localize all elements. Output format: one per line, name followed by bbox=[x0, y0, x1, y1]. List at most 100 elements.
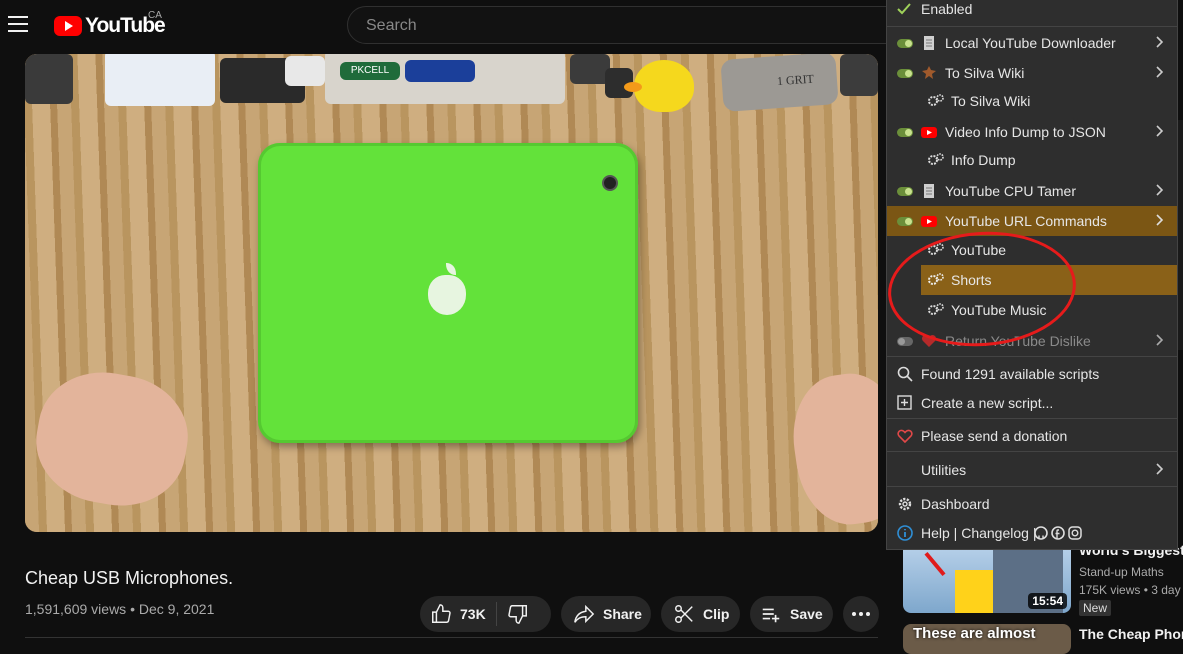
script-name: Local YouTube Downloader bbox=[945, 35, 1116, 51]
thumbs-up-icon bbox=[432, 604, 451, 623]
script-item-youtube-cpu-tamer[interactable]: YouTube CPU Tamer bbox=[887, 176, 1177, 206]
stone-label: 1 GRIT bbox=[776, 71, 815, 89]
recommendation-views: 175K views bbox=[1079, 583, 1141, 597]
like-divider bbox=[495, 602, 497, 626]
country-code: CA bbox=[148, 10, 162, 21]
search-box[interactable] bbox=[347, 6, 907, 44]
heart-outline-icon bbox=[897, 429, 913, 443]
script-name: Video Info Dump to JSON bbox=[945, 124, 1106, 140]
scissors-icon bbox=[675, 605, 693, 623]
recommendation-thumbnail-2[interactable]: These are almost bbox=[903, 624, 1071, 654]
utilities-item[interactable]: Utilities bbox=[887, 455, 1177, 485]
save-button[interactable]: Save bbox=[750, 596, 833, 632]
share-button[interactable]: Share bbox=[561, 596, 651, 632]
enabled-toggle[interactable]: Enabled bbox=[887, 0, 1177, 24]
save-label: Save bbox=[790, 606, 823, 622]
battery-label: PKCELL bbox=[340, 62, 400, 80]
gears-icon bbox=[928, 153, 944, 165]
video-duration: 15:54 bbox=[1028, 593, 1067, 609]
thumb-arrow-icon bbox=[924, 551, 946, 577]
facebook-icon[interactable] bbox=[1051, 526, 1065, 540]
script-item-youtube-url-commands[interactable]: YouTube URL Commands bbox=[887, 206, 1177, 236]
document-icon bbox=[924, 184, 934, 198]
recommendation-channel[interactable]: Stand-up Maths bbox=[1079, 565, 1164, 579]
recommendation-stats: 175K views • 3 day bbox=[1079, 583, 1181, 597]
chevron-right-icon bbox=[1156, 125, 1164, 137]
gear-icon bbox=[898, 497, 912, 511]
github-icon[interactable] bbox=[1034, 526, 1048, 540]
youtube-logo[interactable]: YouTube CA bbox=[54, 10, 166, 38]
menu-separator bbox=[887, 26, 1177, 27]
clip-label: Clip bbox=[703, 606, 730, 622]
menu-separator bbox=[887, 418, 1177, 419]
recommendation-age: 3 day bbox=[1151, 583, 1181, 597]
side-fragment bbox=[1178, 120, 1183, 350]
script-toggle[interactable] bbox=[897, 217, 913, 226]
video-title: Cheap USB Microphones. bbox=[25, 568, 234, 588]
script-toggle[interactable] bbox=[897, 69, 913, 78]
command-info-dump[interactable]: Info Dump bbox=[887, 145, 1177, 175]
create-script-label: Create a new script... bbox=[921, 395, 1054, 411]
gears-icon bbox=[928, 94, 944, 106]
help-changelog-item[interactable]: Help | Changelog | bbox=[887, 518, 1177, 548]
youtube-play-icon bbox=[54, 16, 82, 36]
dashboard-item[interactable]: Dashboard bbox=[887, 489, 1177, 519]
video-meta: 1,591,609 views • Dec 9, 2021 bbox=[25, 601, 215, 617]
find-scripts-label: Found 1291 available scripts bbox=[921, 366, 1100, 382]
youtube-icon bbox=[921, 127, 937, 138]
like-button[interactable]: 73K bbox=[430, 603, 486, 625]
script-item-to-silva-wiki[interactable]: To Silva Wiki bbox=[887, 58, 1177, 88]
rubber-duck bbox=[624, 60, 694, 112]
new-badge: New bbox=[1079, 600, 1112, 616]
sharpening-stone: 1 GRIT bbox=[720, 54, 839, 112]
script-name: YouTube URL Commands bbox=[945, 213, 1107, 229]
dislike-button[interactable] bbox=[507, 603, 529, 625]
more-actions-button[interactable] bbox=[843, 596, 879, 632]
upload-date: Dec 9, 2021 bbox=[138, 601, 215, 617]
document-icon bbox=[924, 36, 934, 50]
script-name: YouTube CPU Tamer bbox=[945, 183, 1076, 199]
command-to-silva-wiki[interactable]: To Silva Wiki bbox=[887, 86, 1177, 116]
menu-hamburger-icon[interactable] bbox=[8, 16, 28, 32]
bottom-divider bbox=[25, 637, 878, 638]
chevron-right-icon bbox=[1156, 36, 1164, 48]
command-name: Info Dump bbox=[951, 152, 1016, 168]
sheriff-icon bbox=[922, 66, 936, 79]
recommendation-thumbnail[interactable]: 15:54 bbox=[903, 540, 1071, 613]
recommendation-title-2[interactable]: The Cheap Phone bbox=[1079, 626, 1183, 642]
enabled-label: Enabled bbox=[921, 1, 973, 17]
script-toggle[interactable] bbox=[897, 337, 913, 346]
instagram-icon[interactable] bbox=[1068, 526, 1082, 540]
help-label: Help | Changelog | bbox=[921, 525, 1037, 541]
script-item-local-youtube-downloader[interactable]: Local YouTube Downloader bbox=[887, 28, 1177, 58]
chevron-right-icon bbox=[1156, 66, 1164, 78]
more-horizontal-icon bbox=[852, 612, 870, 616]
video-player[interactable]: PKCELL 1 GRIT bbox=[25, 54, 878, 532]
apple-logo-icon bbox=[428, 263, 466, 315]
search-input[interactable] bbox=[364, 16, 868, 36]
donation-label: Please send a donation bbox=[921, 428, 1068, 444]
thumb-yellow-block bbox=[955, 570, 993, 613]
clip-button[interactable]: Clip bbox=[661, 596, 740, 632]
share-label: Share bbox=[603, 606, 642, 622]
camera-icon bbox=[602, 175, 618, 191]
donation-item[interactable]: Please send a donation bbox=[887, 421, 1177, 451]
command-name: To Silva Wiki bbox=[951, 93, 1031, 109]
script-item-video-info-dump[interactable]: Video Info Dump to JSON bbox=[887, 117, 1177, 147]
script-toggle[interactable] bbox=[897, 187, 913, 196]
menu-separator bbox=[887, 486, 1177, 487]
search-icon bbox=[897, 366, 913, 382]
create-script-item[interactable]: Create a new script... bbox=[887, 388, 1177, 418]
playlist-add-icon bbox=[762, 608, 780, 623]
utilities-label: Utilities bbox=[921, 462, 967, 478]
script-toggle[interactable] bbox=[897, 39, 913, 48]
chevron-right-icon bbox=[1156, 334, 1164, 346]
view-count: 1,591,609 views bbox=[25, 601, 127, 617]
youtube-icon bbox=[921, 216, 937, 227]
menu-separator bbox=[887, 356, 1177, 357]
plus-square-icon bbox=[897, 395, 912, 410]
like-count: 73K bbox=[460, 606, 486, 622]
script-toggle[interactable] bbox=[897, 128, 913, 137]
find-scripts-item[interactable]: Found 1291 available scripts bbox=[887, 359, 1177, 389]
chevron-right-icon bbox=[1156, 184, 1164, 196]
